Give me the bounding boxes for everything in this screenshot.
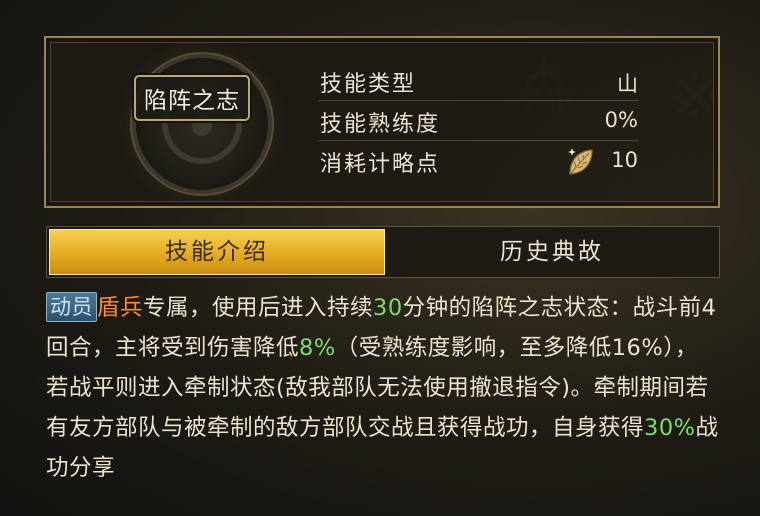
skill-type-label: 技能类型 <box>320 72 417 97</box>
skill-proficiency-value: 0% <box>604 108 638 132</box>
tab-history[interactable]: 历史典故 <box>387 229 717 275</box>
tab-bar: 技能介绍 历史典故 <box>46 226 720 278</box>
skill-description: 动员 盾兵专属，使用后进入持续30分钟的陷阵之志状态：战斗前4回合，主将受到伤害降… <box>46 288 720 488</box>
skill-type-row: 技能类型 山 <box>318 64 638 101</box>
skill-proficiency-row: 技能熟练度 0% <box>318 104 638 141</box>
skill-proficiency-label: 技能熟练度 <box>320 112 441 137</box>
description-segment: 盾兵 <box>97 295 144 321</box>
skill-cost-row: 消耗计略点 10 <box>318 144 638 180</box>
description-segment: 30% <box>644 415 696 441</box>
skill-cost-label: 消耗计略点 <box>320 152 441 177</box>
skill-name-label: 陷阵之志 <box>134 75 250 121</box>
golden-leaf-icon <box>568 148 593 175</box>
description-segment: 专属，使用后进入持续 <box>143 295 374 321</box>
mobilize-badge: 动员 <box>46 292 97 322</box>
skill-cost-value: 10 <box>611 148 638 172</box>
description-segment: 30 <box>373 295 403 321</box>
description-segment: 8% <box>299 335 336 361</box>
skill-type-value: 山 <box>617 72 638 96</box>
tab-skill-intro[interactable]: 技能介绍 <box>49 229 385 275</box>
